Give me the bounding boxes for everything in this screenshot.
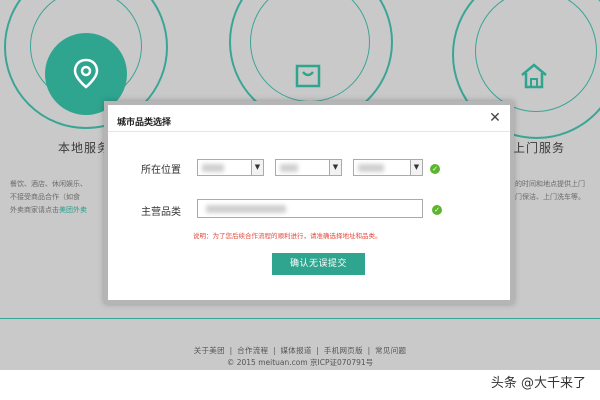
footer-link-about[interactable]: 关于美团 [194, 346, 225, 355]
footer-link-media[interactable]: 媒体报道 [281, 346, 312, 355]
close-icon[interactable]: ✕ [488, 111, 502, 125]
city-select[interactable]: ▼ [275, 159, 342, 176]
submit-button[interactable]: 确认无误提交 [272, 253, 365, 275]
category-desc-local: 餐饮、酒店、休闲娱乐、 不接受商品合作（如食 外卖商家请点击美团外卖 [10, 180, 87, 214]
checkmark-icon: ✓ [432, 205, 442, 215]
category-desc-doorstep: 的时间和地点提供上门 门保洁、上门洗车等。 [515, 180, 585, 201]
chevron-down-icon: ▼ [251, 160, 263, 175]
shopping-bag-icon[interactable] [290, 58, 326, 94]
checkmark-icon: ✓ [430, 164, 440, 174]
category-title-doorstep: 上门服务 [513, 141, 566, 155]
district-select[interactable]: ▼ [353, 159, 423, 176]
footer-links: 关于美团 | 合作流程 | 媒体报道 | 手机网页版 | 常见问题 [0, 345, 600, 356]
footer-link-mobile[interactable]: 手机网页版 [324, 346, 363, 355]
chevron-down-icon: ▼ [410, 160, 422, 175]
footer-separator: | [316, 346, 320, 355]
footer-copyright: © 2015 meituan.com 京ICP证070791号 [226, 358, 374, 367]
footer-separator: | [272, 346, 276, 355]
province-select[interactable]: ▼ [197, 159, 264, 176]
footer-link-process[interactable]: 合作流程 [237, 346, 268, 355]
footer-separator: | [229, 346, 233, 355]
category-input[interactable] [197, 199, 423, 218]
category-title-local: 本地服务 [58, 141, 111, 155]
home-icon[interactable] [516, 58, 552, 94]
section-divider [0, 318, 600, 319]
dialog-title: 城市品类选择 [117, 118, 172, 128]
dialog-divider [108, 131, 510, 132]
notice-text: 说明：为了您后续合作流程的顺利进行，请准确选择地址和品类。 [193, 232, 382, 240]
category-label: 主营品类 [141, 207, 181, 218]
chevron-down-icon: ▼ [329, 160, 341, 175]
waimai-link[interactable]: 美团外卖 [59, 206, 87, 214]
location-label: 所在位置 [141, 165, 181, 176]
watermark: 头条 @大千来了 [490, 376, 586, 391]
footer-separator: | [367, 346, 371, 355]
footer-link-faq[interactable]: 常见问题 [375, 346, 406, 355]
